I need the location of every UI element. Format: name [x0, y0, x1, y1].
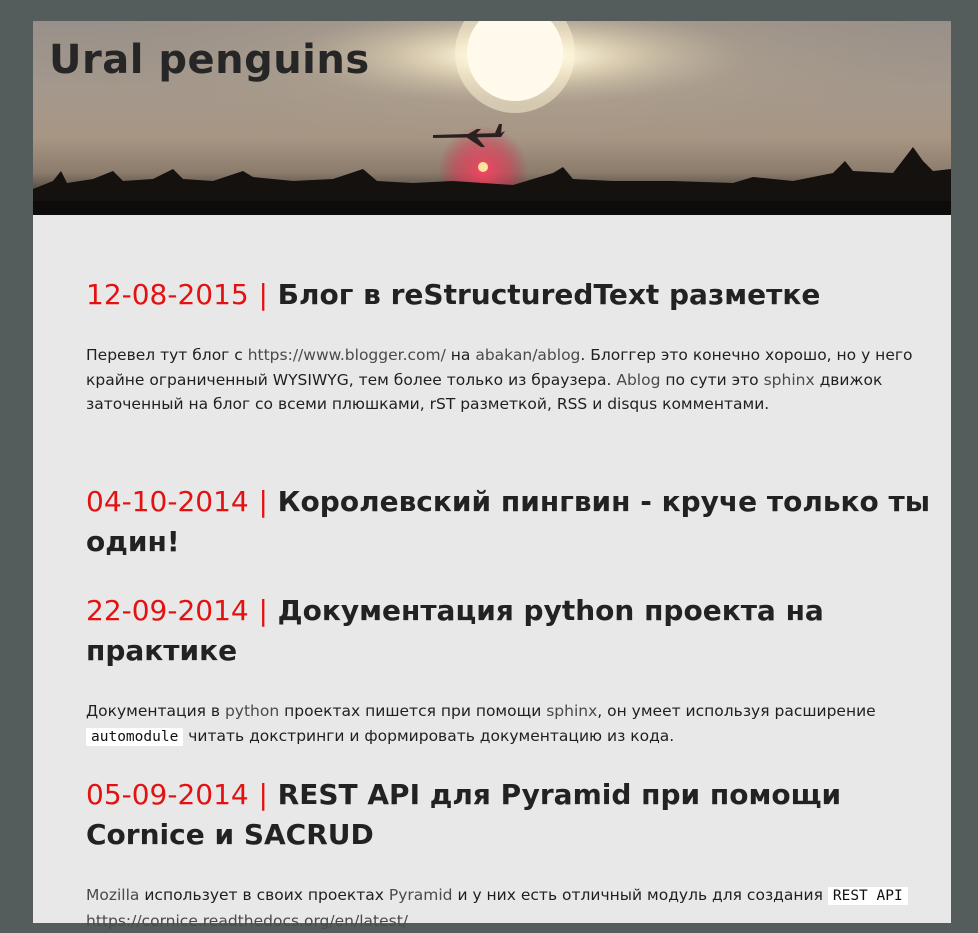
code-automodule: automodule	[86, 727, 184, 746]
post-item: 22-09-2014 | Документация python проекта…	[86, 591, 946, 749]
excerpt-text: и у них есть отличный модуль для создани…	[452, 886, 828, 904]
excerpt-text: по сути это	[660, 370, 764, 389]
post-excerpt: Перевел тут блог с https://www.blogger.c…	[86, 343, 946, 417]
link-sphinx[interactable]: sphinx	[546, 702, 597, 720]
excerpt-text: читать докстринги и формировать документ…	[183, 726, 675, 745]
page-container: Ural penguins 12-08-2015 | Блог в reStru…	[33, 21, 951, 930]
post-date: 04-10-2014	[86, 485, 249, 518]
excerpt-text: на	[445, 346, 476, 364]
post-date: 22-09-2014	[86, 594, 249, 627]
excerpt-text: использует в своих проектах	[139, 886, 389, 904]
title-separator: |	[258, 278, 268, 311]
post-item: 12-08-2015 | Блог в reStructuredText раз…	[86, 275, 946, 417]
excerpt-text: Документация в	[86, 702, 225, 720]
link-pyramid[interactable]: Pyramid	[389, 886, 453, 904]
link-mozilla[interactable]: Mozilla	[86, 886, 139, 904]
title-separator: |	[258, 485, 268, 518]
post-title[interactable]: 22-09-2014 | Документация python проекта…	[86, 591, 946, 671]
post-excerpt: Документация в python проектах пишется п…	[86, 699, 946, 749]
site-header: Ural penguins	[33, 21, 951, 215]
link-sphinx[interactable]: sphinx	[764, 371, 815, 389]
post-title[interactable]: 12-08-2015 | Блог в reStructuredText раз…	[86, 275, 946, 315]
post-date: 12-08-2015	[86, 278, 249, 311]
post-item: 04-10-2014 | Королевский пингвин - круче…	[86, 482, 946, 562]
post-title[interactable]: 04-10-2014 | Королевский пингвин - круче…	[86, 482, 946, 562]
post-item: 05-09-2014 | REST API для Pyramid при по…	[86, 775, 946, 933]
title-separator: |	[258, 594, 268, 627]
post-title[interactable]: 05-09-2014 | REST API для Pyramid при по…	[86, 775, 946, 855]
link-ablog[interactable]: Ablog	[616, 371, 660, 389]
code-rest-api: REST API	[827, 887, 908, 905]
excerpt-text: Перевел тут блог с	[86, 346, 248, 364]
link-blogger[interactable]: https://www.blogger.com/	[248, 346, 446, 364]
link-python[interactable]: python	[225, 702, 279, 720]
site-title[interactable]: Ural penguins	[49, 37, 370, 83]
link-cornice-docs[interactable]: https://cornice.readthedocs.org/en/lates…	[86, 912, 408, 930]
link-abakan-ablog[interactable]: abakan/ablog	[475, 346, 580, 364]
excerpt-text: , он умеет используя расширение	[597, 702, 876, 720]
post-excerpt: Mozilla использует в своих проектах Pyra…	[86, 883, 946, 933]
excerpt-text: проектах пишется при помощи	[279, 702, 547, 720]
post-title-text[interactable]: Блог в reStructuredText разметке	[278, 278, 821, 311]
title-separator: |	[258, 778, 268, 811]
post-date: 05-09-2014	[86, 778, 249, 811]
